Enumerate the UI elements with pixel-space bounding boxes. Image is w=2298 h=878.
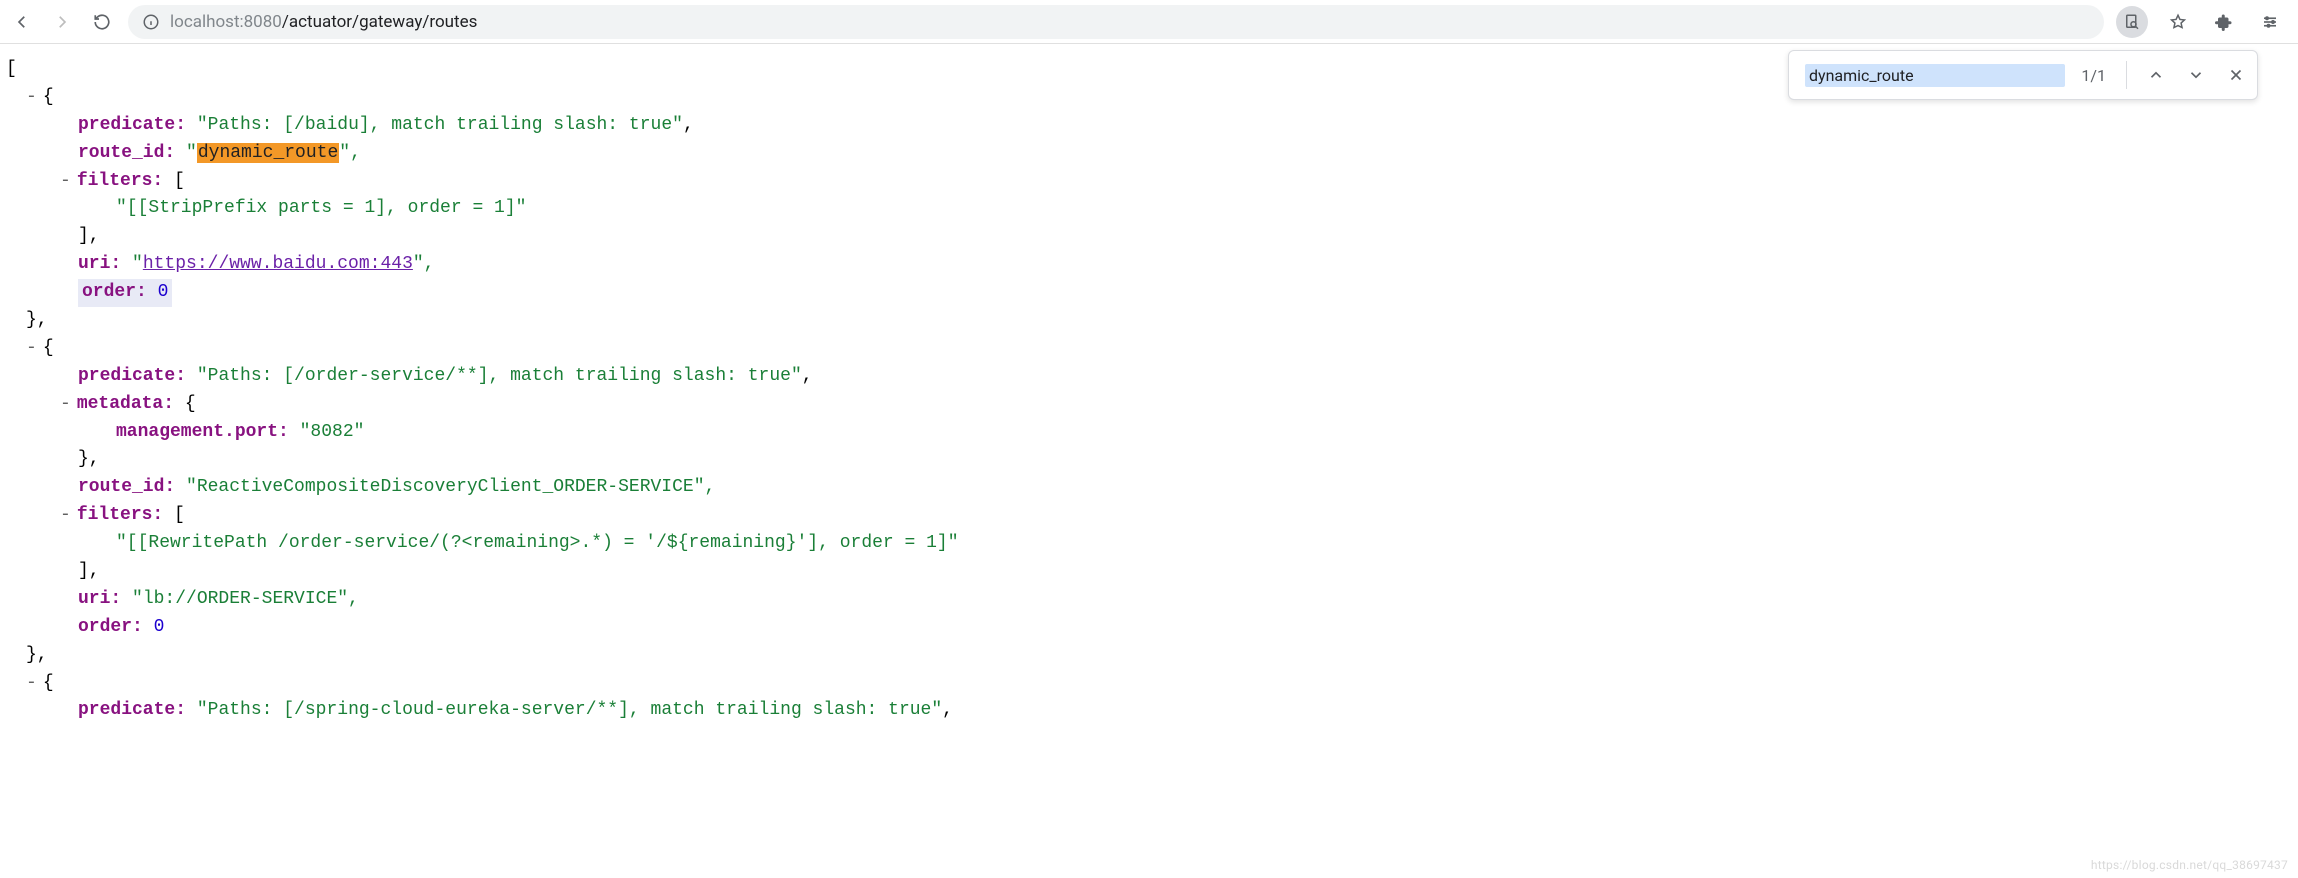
collapse-toggle-icon[interactable]: - — [60, 394, 71, 414]
collapse-toggle-icon[interactable]: - — [26, 87, 37, 107]
url-port: :8080 — [240, 12, 282, 32]
find-separator — [2126, 61, 2127, 89]
find-term[interactable]: dynamic_route — [1805, 64, 2065, 87]
find-in-page-icon[interactable] — [2116, 6, 2148, 38]
json-line-uri: uri: "lb://ORDER-SERVICE", — [78, 586, 2292, 614]
find-prev-button[interactable] — [2141, 60, 2171, 90]
reload-button[interactable] — [88, 8, 116, 36]
json-line-filters: -filters: [ — [78, 502, 2292, 530]
json-line-order: order: 0 — [78, 614, 2292, 642]
json-line-filter-item: "[[RewritePath /order-service/(?<remaini… — [116, 530, 2292, 558]
forward-button[interactable] — [48, 8, 76, 36]
find-in-page-bar: dynamic_route 1/1 — [1788, 50, 2258, 100]
json-line-filter-item: "[[StripPrefix parts = 1], order = 1]" — [116, 195, 2292, 223]
browser-toolbar: localhost:8080/actuator/gateway/routes — [0, 0, 2298, 44]
json-line-route-id: route_id: "ReactiveCompositeDiscoveryCli… — [78, 474, 2292, 502]
settings-menu-icon[interactable] — [2254, 6, 2286, 38]
extensions-icon[interactable] — [2208, 6, 2240, 38]
json-line-predicate: predicate: "Paths: [/spring-cloud-eureka… — [78, 697, 2292, 725]
collapse-toggle-icon[interactable]: - — [26, 338, 37, 358]
address-bar[interactable]: localhost:8080/actuator/gateway/routes — [128, 5, 2104, 39]
search-match-highlight: dynamic_route — [197, 143, 339, 163]
json-viewer: [ -{ predicate: "Paths: [/baidu], match … — [0, 44, 2298, 737]
json-line-filters-close: ], — [78, 223, 2292, 251]
url-host: localhost — [170, 12, 240, 32]
json-line-order: order: 0 — [78, 279, 2292, 307]
json-line-route-id: route_id: "dynamic_route", — [78, 140, 2292, 168]
json-line-filters: -filters: [ — [78, 168, 2292, 196]
collapse-toggle-icon[interactable]: - — [60, 171, 71, 191]
find-next-button[interactable] — [2181, 60, 2211, 90]
url-text: localhost:8080/actuator/gateway/routes — [170, 12, 477, 32]
toolbar-actions — [2116, 6, 2290, 38]
bookmark-star-icon[interactable] — [2162, 6, 2194, 38]
json-line-metadata-item: management.port: "8082" — [116, 419, 2292, 447]
json-line-predicate: predicate: "Paths: [/order-service/**], … — [78, 363, 2292, 391]
json-line-uri: uri: "https://www.baidu.com:443", — [78, 251, 2292, 279]
watermark-text: https://blog.csdn.net/qq_38697437 — [2091, 858, 2288, 872]
collapse-toggle-icon[interactable]: - — [60, 505, 71, 525]
json-object-close: }, — [26, 307, 2292, 335]
json-object-close: }, — [26, 642, 2292, 670]
json-object-open: -{ — [26, 335, 2292, 363]
json-line-predicate: predicate: "Paths: [/baidu], match trail… — [78, 112, 2292, 140]
uri-link[interactable]: https://www.baidu.com:443 — [143, 254, 413, 274]
json-line-filters-close: ], — [78, 558, 2292, 586]
json-line-metadata-close: }, — [78, 446, 2292, 474]
site-info-icon[interactable] — [142, 13, 160, 31]
url-path: /actuator/gateway/routes — [282, 12, 478, 32]
find-close-button[interactable] — [2221, 60, 2251, 90]
json-object-open: -{ — [26, 670, 2292, 698]
json-line-metadata: -metadata: { — [78, 391, 2292, 419]
back-button[interactable] — [8, 8, 36, 36]
find-count: 1/1 — [2075, 66, 2112, 85]
collapse-toggle-icon[interactable]: - — [26, 673, 37, 693]
